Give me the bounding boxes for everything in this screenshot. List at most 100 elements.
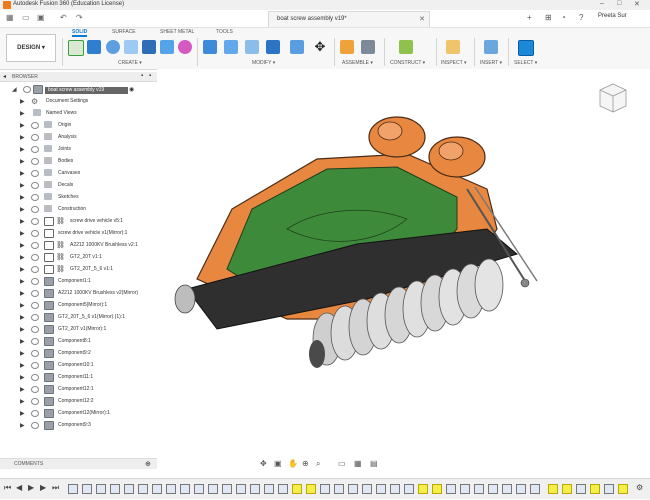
expand-icon[interactable]: ▶ bbox=[20, 158, 25, 165]
select-menu[interactable]: SELECT ▾ bbox=[514, 60, 537, 66]
tree-item[interactable]: ▶ Component10:1 bbox=[0, 360, 157, 371]
view-cube[interactable] bbox=[598, 82, 628, 114]
expand-icon[interactable]: ▶ bbox=[20, 230, 25, 237]
model-render[interactable] bbox=[157, 69, 650, 454]
tree-item[interactable]: ▶ ⚙ Document Settings bbox=[0, 96, 157, 107]
tree-item[interactable]: ▶ Component12:2 bbox=[0, 396, 157, 407]
visibility-icon[interactable] bbox=[23, 86, 31, 93]
tab-tools[interactable]: TOOLS bbox=[216, 29, 233, 35]
pin-icon[interactable]: ▪ bbox=[141, 73, 143, 79]
tree-item[interactable]: ▶ Component9:2 bbox=[0, 348, 157, 359]
chamfer-icon[interactable] bbox=[245, 40, 259, 54]
timeline-feature-icon[interactable] bbox=[320, 484, 330, 494]
offset-plane-icon[interactable] bbox=[399, 40, 413, 54]
document-tab[interactable]: boat screw assembly v19* ✕ bbox=[268, 11, 430, 27]
tree-item[interactable]: ▶ ⛓ GT2_20T_5_6 v1:1 bbox=[0, 264, 157, 275]
timeline-feature-icon[interactable] bbox=[576, 484, 586, 494]
tree-item[interactable]: ▶ Joints bbox=[0, 144, 157, 155]
tree-item[interactable]: ▶ Named Views bbox=[0, 108, 157, 119]
visibility-icon[interactable] bbox=[31, 182, 39, 189]
expand-icon[interactable]: ▶ bbox=[20, 410, 25, 417]
tree-item[interactable]: ▶ Component5(Mirror):1 bbox=[0, 300, 157, 311]
tree-item[interactable]: ▶ Component12(Mirror):1 bbox=[0, 408, 157, 419]
user-name[interactable]: Preeta Sur bbox=[598, 13, 627, 19]
look-at-icon[interactable]: ▣ bbox=[274, 459, 282, 468]
tree-item[interactable]: ▶ Construction bbox=[0, 204, 157, 215]
timeline-feature-icon[interactable] bbox=[208, 484, 218, 494]
visibility-icon[interactable] bbox=[31, 218, 39, 225]
shell-icon[interactable] bbox=[266, 40, 280, 54]
visibility-icon[interactable] bbox=[31, 146, 39, 153]
canvas-viewport[interactable] bbox=[157, 69, 650, 454]
orbit-icon[interactable]: ✥ bbox=[260, 459, 267, 468]
expand-icon[interactable]: ▶ bbox=[20, 350, 25, 357]
viewports-icon[interactable]: ▤ bbox=[370, 459, 378, 468]
tab-sheet-metal[interactable]: SHEET METAL bbox=[160, 29, 194, 35]
assemble-menu[interactable]: ASSEMBLE ▾ bbox=[342, 60, 373, 66]
tree-item[interactable]: ▶ Decals bbox=[0, 180, 157, 191]
expand-icon[interactable]: ▶ bbox=[20, 314, 25, 321]
timeline-feature-icon[interactable] bbox=[446, 484, 456, 494]
timeline-feature-icon[interactable] bbox=[404, 484, 414, 494]
timeline-feature-icon[interactable] bbox=[96, 484, 106, 494]
tree-item[interactable]: ▶ ⛓ GT2_20T v1:1 bbox=[0, 252, 157, 263]
expand-icon[interactable]: ▶ bbox=[20, 386, 25, 393]
timeline-feature-icon[interactable] bbox=[516, 484, 526, 494]
expand-icon[interactable]: ▶ bbox=[20, 110, 25, 117]
timeline-feature-icon[interactable] bbox=[278, 484, 288, 494]
grid-menu-icon[interactable]: ▦ bbox=[6, 13, 14, 22]
timeline-feature-icon[interactable] bbox=[562, 484, 572, 494]
file-icon[interactable]: ▭ bbox=[22, 13, 30, 22]
tree-item[interactable]: ▶ Component11:1 bbox=[0, 372, 157, 383]
expand-icon[interactable]: ▶ bbox=[20, 362, 25, 369]
panel-menu-icon[interactable]: ▪ bbox=[149, 73, 151, 79]
modify-menu[interactable]: MODIFY ▾ bbox=[252, 60, 275, 66]
expand-icon[interactable]: ▶ bbox=[20, 374, 25, 381]
timeline-feature-icon[interactable] bbox=[306, 484, 316, 494]
save-icon[interactable]: ▣ bbox=[37, 13, 45, 22]
loft-icon[interactable] bbox=[142, 40, 156, 54]
timeline-feature-icon[interactable] bbox=[432, 484, 442, 494]
expand-icon[interactable]: ▶ bbox=[20, 122, 25, 129]
visibility-icon[interactable] bbox=[31, 194, 39, 201]
visibility-icon[interactable] bbox=[31, 350, 39, 357]
visibility-icon[interactable] bbox=[31, 254, 39, 261]
tree-item[interactable]: ▶ Component8:1 bbox=[0, 336, 157, 347]
job-status-icon[interactable]: ◔ bbox=[561, 13, 566, 22]
sweep-icon[interactable] bbox=[124, 40, 138, 54]
timeline-settings-icon[interactable]: ⚙ bbox=[636, 483, 643, 492]
timeline-feature-icon[interactable] bbox=[530, 484, 540, 494]
redo-icon[interactable]: ↷ bbox=[76, 13, 83, 22]
tree-item[interactable]: ▶ Component12:1 bbox=[0, 384, 157, 395]
visibility-icon[interactable] bbox=[31, 422, 39, 429]
timeline-feature-icon[interactable] bbox=[502, 484, 512, 494]
expand-icon[interactable]: ▶ bbox=[20, 266, 25, 273]
visibility-icon[interactable] bbox=[31, 290, 39, 297]
timeline-feature-icon[interactable] bbox=[152, 484, 162, 494]
expand-icon[interactable]: ▶ bbox=[20, 290, 25, 297]
tree-item[interactable]: ▶ Analysis bbox=[0, 132, 157, 143]
timeline-feature-icon[interactable] bbox=[474, 484, 484, 494]
collapse-icon[interactable]: ◂ bbox=[3, 73, 6, 80]
expand-icon[interactable]: ▶ bbox=[20, 218, 25, 225]
new-component-icon[interactable] bbox=[68, 40, 84, 56]
step-forward-icon[interactable]: ▶ bbox=[40, 483, 46, 492]
insert-menu[interactable]: INSERT ▾ bbox=[480, 60, 502, 66]
expand-icon[interactable]: ▶ bbox=[20, 278, 25, 285]
zoom-icon[interactable]: ⊕ bbox=[302, 459, 309, 468]
activate-radio-icon[interactable]: ◉ bbox=[129, 86, 134, 93]
timeline-feature-icon[interactable] bbox=[110, 484, 120, 494]
timeline-feature-icon[interactable] bbox=[362, 484, 372, 494]
tree-item[interactable]: ▶ Component9:3 bbox=[0, 420, 157, 431]
fillet-icon[interactable] bbox=[224, 40, 238, 54]
rib-icon[interactable] bbox=[160, 40, 174, 54]
tree-item[interactable]: ▶ Bodies bbox=[0, 156, 157, 167]
timeline-feature-icon[interactable] bbox=[390, 484, 400, 494]
timeline-feature-icon[interactable] bbox=[222, 484, 232, 494]
expand-icon[interactable]: ▶ bbox=[20, 302, 25, 309]
tab-surface[interactable]: SURFACE bbox=[112, 29, 136, 35]
timeline-feature-icon[interactable] bbox=[236, 484, 246, 494]
timeline-feature-icon[interactable] bbox=[264, 484, 274, 494]
timeline-feature-icon[interactable] bbox=[418, 484, 428, 494]
inspect-menu[interactable]: INSPECT ▾ bbox=[441, 60, 466, 66]
